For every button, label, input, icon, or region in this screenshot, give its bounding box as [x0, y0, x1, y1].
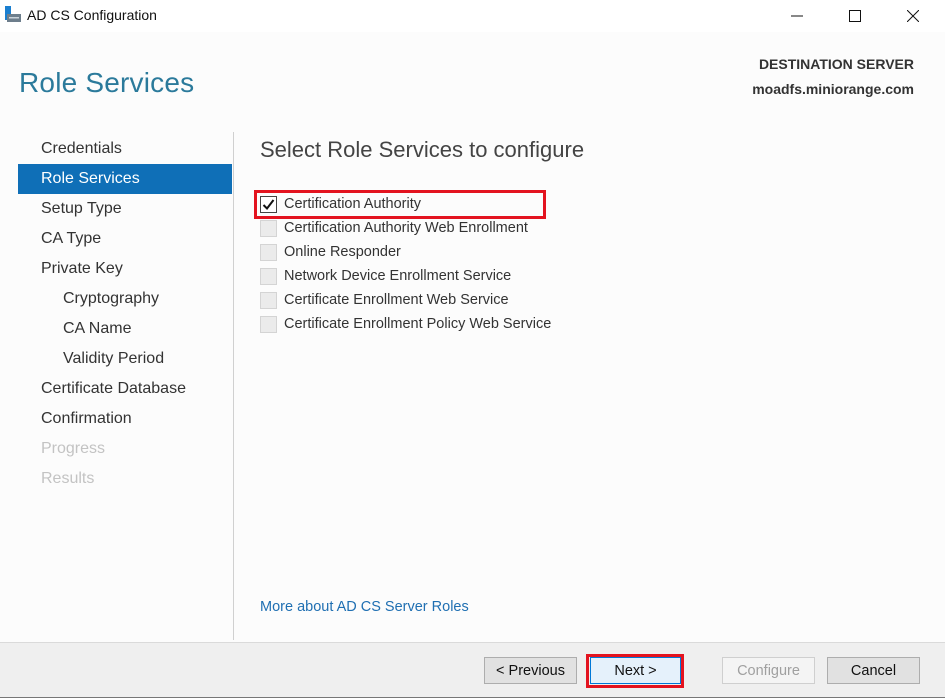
checkmark-icon	[262, 198, 275, 210]
nav-item-private-key[interactable]: Private Key	[18, 254, 232, 284]
checkbox-ndes[interactable]	[260, 267, 277, 285]
role-label: Certificate Enrollment Policy Web Servic…	[284, 316, 552, 332]
configure-button: Configure	[722, 657, 815, 684]
nav-item-setup-type[interactable]: Setup Type	[18, 194, 232, 224]
nav-item-role-services[interactable]: Role Services	[18, 164, 232, 194]
maximize-button[interactable]	[826, 0, 884, 32]
role-label: Certification Authority Web Enrollment	[284, 220, 528, 236]
role-label: Online Responder	[284, 244, 401, 260]
checkbox-online-responder[interactable]	[260, 243, 277, 261]
role-label: Certification Authority	[284, 196, 422, 212]
maximize-icon	[849, 10, 861, 22]
role-item-cert-enrollment-policy-web-service[interactable]: Certificate Enrollment Policy Web Servic…	[260, 312, 551, 336]
destination-server-label: DESTINATION SERVER	[758, 56, 914, 72]
destination-server-name: moadfs.miniorange.com	[752, 81, 914, 97]
sidebar-divider	[233, 132, 234, 640]
next-button[interactable]: Next >	[590, 657, 681, 684]
checkbox-ca-web-enrollment[interactable]	[260, 219, 277, 237]
role-label: Network Device Enrollment Service	[284, 268, 512, 284]
role-item-cert-enrollment-web-service[interactable]: Certificate Enrollment Web Service	[260, 288, 551, 312]
minimize-button[interactable]	[768, 0, 826, 32]
nav-item-validity-period[interactable]: Validity Period	[18, 344, 232, 374]
nav-item-ca-name[interactable]: CA Name	[18, 314, 232, 344]
role-services-list: Certification Authority Certification Au…	[260, 192, 551, 336]
section-title: Select Role Services to configure	[260, 137, 585, 162]
page-title: Role Services	[19, 67, 195, 98]
checkbox-cert-enrollment-policy-web-service[interactable]	[260, 315, 277, 333]
role-item-ca-web-enrollment[interactable]: Certification Authority Web Enrollment	[260, 216, 551, 240]
role-item-certification-authority[interactable]: Certification Authority	[260, 192, 551, 216]
nav-item-confirmation[interactable]: Confirmation	[18, 404, 232, 434]
nav-item-credentials[interactable]: Credentials	[18, 134, 232, 164]
close-button[interactable]	[884, 0, 942, 32]
role-item-online-responder[interactable]: Online Responder	[260, 240, 551, 264]
checkbox-cert-enrollment-web-service[interactable]	[260, 291, 277, 309]
server-manager-icon	[5, 6, 21, 22]
window-title: AD CS Configuration	[27, 7, 157, 23]
title-bar: AD CS Configuration	[0, 0, 945, 32]
previous-button[interactable]: < Previous	[484, 657, 577, 684]
nav-item-cryptography[interactable]: Cryptography	[18, 284, 232, 314]
minimize-icon	[791, 15, 803, 17]
nav-item-ca-type[interactable]: CA Type	[18, 224, 232, 254]
cancel-button[interactable]: Cancel	[827, 657, 920, 684]
checkbox-certification-authority[interactable]	[260, 195, 277, 213]
role-item-ndes[interactable]: Network Device Enrollment Service	[260, 264, 551, 288]
wizard-steps-nav: Credentials Role Services Setup Type CA …	[18, 134, 232, 494]
nav-item-results: Results	[41, 470, 95, 487]
role-label: Certificate Enrollment Web Service	[284, 292, 509, 308]
nav-item-certificate-database[interactable]: Certificate Database	[18, 374, 232, 404]
close-icon	[907, 10, 919, 22]
nav-item-progress: Progress	[41, 440, 106, 457]
more-about-link[interactable]: More about AD CS Server Roles	[260, 599, 469, 615]
